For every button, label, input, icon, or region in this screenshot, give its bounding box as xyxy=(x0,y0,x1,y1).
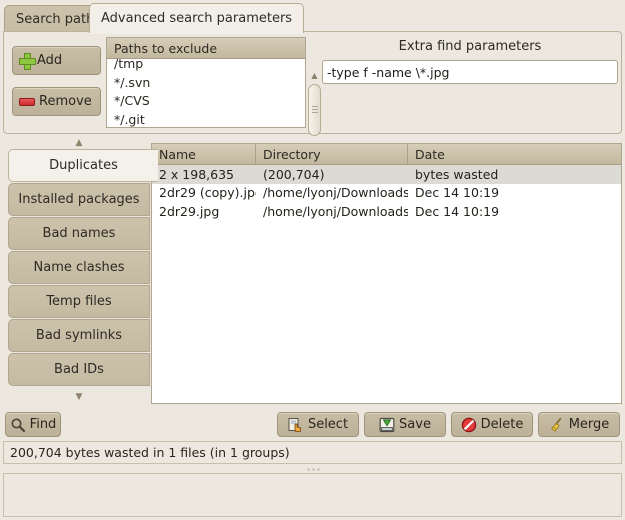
magnifier-icon xyxy=(11,418,25,432)
pane-splitter[interactable] xyxy=(3,466,622,473)
grip-dots-icon xyxy=(305,468,320,471)
sidebar-item-label: Bad names xyxy=(42,226,116,241)
sidebar-item-temp-files[interactable]: Temp files xyxy=(8,285,150,318)
path-label: */CVS xyxy=(114,93,150,108)
add-path-button[interactable]: Add xyxy=(12,46,101,75)
advanced-search-parameters-panel: Add Remove Paths to exclude /tmp */.svn … xyxy=(3,31,622,158)
cell-directory: /home/lyonj/Downloads xyxy=(263,203,408,219)
cell-date: bytes wasted xyxy=(415,166,499,182)
extra-find-parameters-label: Extra find parameters xyxy=(398,39,542,54)
remove-path-button[interactable]: Remove xyxy=(12,87,101,116)
list-item[interactable]: */.git xyxy=(114,111,305,128)
save-button-label: Save xyxy=(399,417,431,432)
results-table[interactable]: Name Directory Date 2 x 198,635 (200,704… xyxy=(151,143,622,404)
find-button[interactable]: Find xyxy=(5,412,61,437)
paths-to-exclude-items: /tmp */.svn */CVS */.git xyxy=(107,55,305,128)
tab-advanced-search-parameters[interactable]: Advanced search parameters xyxy=(89,3,305,33)
extra-find-parameters-value: -type f -name \*.jpg xyxy=(327,64,450,80)
find-button-label: Find xyxy=(29,417,57,432)
table-row-group[interactable]: 2 x 198,635 (200,704) bytes wasted xyxy=(152,165,621,184)
cell-name: 2dr29 (copy).jpg xyxy=(159,185,256,201)
scrollbar-thumb[interactable] xyxy=(308,84,321,136)
table-row[interactable]: 2dr29 (copy).jpg /home/lyonj/Downloads D… xyxy=(152,184,621,203)
sidebar-item-duplicates[interactable]: Duplicates xyxy=(8,149,158,182)
tab-advanced-search-parameters-label: Advanced search parameters xyxy=(101,11,293,26)
sidebar-item-bad-symlinks[interactable]: Bad symlinks xyxy=(8,319,150,352)
cell-directory: /home/lyonj/Downloads xyxy=(263,185,408,201)
select-button-label: Select xyxy=(307,417,349,432)
sidebar-item-label: Duplicates xyxy=(49,158,118,173)
minus-icon xyxy=(19,97,35,106)
column-header-date[interactable]: Date xyxy=(408,144,621,164)
merge-button-label: Merge xyxy=(568,417,610,432)
results-table-body: 2 x 198,635 (200,704) bytes wasted 2dr29… xyxy=(152,165,621,221)
path-label: */.svn xyxy=(114,74,151,90)
sidebar-item-label: Name clashes xyxy=(33,260,125,275)
scroll-up-icon[interactable]: ▲ xyxy=(309,70,320,81)
cell-directory: (200,704) xyxy=(263,166,325,182)
sidebar-item-label: Installed packages xyxy=(18,192,140,207)
sidebar-item-label: Temp files xyxy=(46,294,112,309)
merge-button[interactable]: Merge xyxy=(538,412,620,437)
delete-button-label: Delete xyxy=(480,417,524,432)
extra-find-parameters-input[interactable]: -type f -name \*.jpg xyxy=(322,60,618,84)
sidebar-scroll-up-icon[interactable]: ▲ xyxy=(3,139,155,148)
sidebar-item-label: Bad symlinks xyxy=(35,328,123,343)
column-header-directory[interactable]: Directory xyxy=(256,144,408,164)
cell-date: Dec 14 10:19 xyxy=(415,203,500,219)
list-item[interactable]: */CVS xyxy=(114,92,305,111)
select-button[interactable]: Select xyxy=(277,412,359,437)
add-path-button-label: Add xyxy=(37,53,63,68)
category-sidebar: ▲ Duplicates Installed packages Bad name… xyxy=(3,139,158,402)
status-bar: 200,704 bytes wasted in 1 files (in 1 gr… xyxy=(3,441,622,464)
sidebar-item-bad-ids[interactable]: Bad IDs xyxy=(8,353,150,386)
paths-to-exclude-header-label: Paths to exclude xyxy=(114,40,218,56)
broom-icon xyxy=(550,417,562,432)
path-label: /tmp xyxy=(114,56,144,71)
hand-pointer-icon xyxy=(288,417,302,432)
sidebar-item-bad-names[interactable]: Bad names xyxy=(8,217,150,250)
tabstrip: Search path Advanced search parameters xyxy=(0,0,625,33)
list-item[interactable]: /tmp xyxy=(114,55,305,74)
save-down-arrow-icon xyxy=(379,417,395,432)
plus-icon xyxy=(19,53,36,70)
log-pane[interactable] xyxy=(3,473,622,517)
results-table-header: Name Directory Date xyxy=(152,144,621,165)
path-label: */.git xyxy=(114,111,145,127)
sidebar-item-installed-packages[interactable]: Installed packages xyxy=(8,183,150,216)
remove-path-button-label: Remove xyxy=(39,94,92,109)
cell-name: 2 x 198,635 xyxy=(159,166,234,182)
delete-button[interactable]: Delete xyxy=(451,412,533,437)
cell-date: Dec 14 10:19 xyxy=(415,185,500,201)
save-button[interactable]: Save xyxy=(364,412,446,437)
grip-icon xyxy=(312,106,318,107)
paths-to-exclude-list[interactable]: Paths to exclude /tmp */.svn */CVS */.gi… xyxy=(106,37,306,128)
table-row[interactable]: 2dr29.jpg /home/lyonj/Downloads Dec 14 1… xyxy=(152,202,621,221)
sidebar-items: Duplicates Installed packages Bad names … xyxy=(8,149,158,391)
sidebar-item-name-clashes[interactable]: Name clashes xyxy=(8,251,150,284)
no-entry-icon xyxy=(461,417,476,432)
tab-search-path-label: Search path xyxy=(16,12,95,27)
status-bar-text: 200,704 bytes wasted in 1 files (in 1 gr… xyxy=(10,445,290,460)
sidebar-item-label: Bad IDs xyxy=(54,362,104,377)
list-item[interactable]: */.svn xyxy=(114,74,305,93)
cell-name: 2dr29.jpg xyxy=(159,203,220,219)
column-header-name[interactable]: Name xyxy=(152,144,256,164)
sidebar-scroll-down-icon[interactable]: ▼ xyxy=(3,393,155,402)
